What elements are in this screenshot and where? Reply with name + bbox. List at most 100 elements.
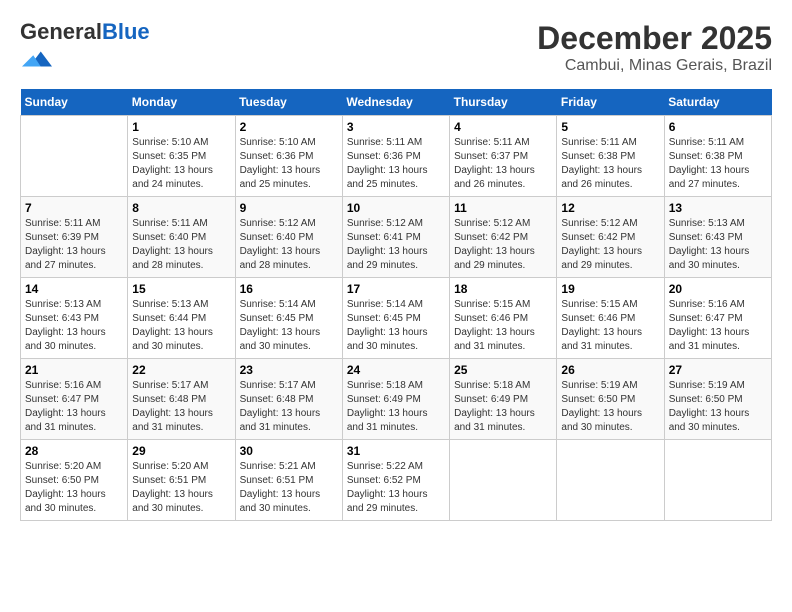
calendar-cell: 24Sunrise: 5:18 AM Sunset: 6:49 PM Dayli… xyxy=(342,359,449,440)
day-number: 16 xyxy=(240,282,338,296)
calendar-cell: 23 Sunrise: 5:17 AM Sunset: 6:48 PM Dayli… xyxy=(235,359,342,440)
calendar-cell xyxy=(557,440,664,521)
day-info: Sunrise: 5:14 AM Sunset: 6:45 PM Dayligh… xyxy=(347,298,445,354)
day-number: 24 xyxy=(347,363,445,377)
calendar-cell: 29 Sunrise: 5:20 AM Sunset: 6:51 PM Dayli… xyxy=(128,440,235,521)
day-info: Sunrise: 5:13 AM Sunset: 6:43 PM Dayligh… xyxy=(669,217,767,273)
day-info: Sunrise: 5:11 AM Sunset: 6:36 PM Dayligh… xyxy=(347,136,445,192)
day-number: 12 xyxy=(561,201,659,215)
day-info: Sunrise: 5:11 AM Sunset: 6:40 PM Dayligh… xyxy=(132,217,230,273)
calendar-cell: 17 Sunrise: 5:14 AM Sunset: 6:45 PM Dayli… xyxy=(342,278,449,359)
weekday-header-sunday: Sunday xyxy=(21,89,128,116)
day-number: 23 xyxy=(240,363,338,377)
subtitle: Cambui, Minas Gerais, Brazil xyxy=(537,57,772,75)
page-header: GeneralBlue December 2025 Cambui, Minas … xyxy=(20,20,772,79)
title-block: December 2025 Cambui, Minas Gerais, Braz… xyxy=(537,20,772,75)
calendar-cell: 11Sunrise: 5:12 AM Sunset: 6:42 PM Dayli… xyxy=(450,197,557,278)
calendar-cell: 27 Sunrise: 5:19 AM Sunset: 6:50 PM Dayli… xyxy=(664,359,771,440)
day-info: Sunrise: 5:12 AM Sunset: 6:40 PM Dayligh… xyxy=(240,217,338,273)
day-number: 14 xyxy=(25,282,123,296)
day-info: Sunrise: 5:14 AM Sunset: 6:45 PM Dayligh… xyxy=(240,298,338,354)
calendar-cell: 18 Sunrise: 5:15 AM Sunset: 6:46 PM Dayli… xyxy=(450,278,557,359)
day-number: 15 xyxy=(132,282,230,296)
calendar-cell: 9 Sunrise: 5:12 AM Sunset: 6:40 PM Daylig… xyxy=(235,197,342,278)
day-number: 10 xyxy=(347,201,445,215)
day-number: 30 xyxy=(240,444,338,458)
day-info: Sunrise: 5:20 AM Sunset: 6:50 PM Dayligh… xyxy=(25,460,123,516)
calendar-cell: 13 Sunrise: 5:13 AM Sunset: 6:43 PM Dayli… xyxy=(664,197,771,278)
calendar-cell: 26 Sunrise: 5:19 AM Sunset: 6:50 PM Dayli… xyxy=(557,359,664,440)
day-info: Sunrise: 5:15 AM Sunset: 6:46 PM Dayligh… xyxy=(561,298,659,354)
calendar-cell: 14 Sunrise: 5:13 AM Sunset: 6:43 PM Dayli… xyxy=(21,278,128,359)
day-number: 18 xyxy=(454,282,552,296)
calendar-cell: 22Sunrise: 5:17 AM Sunset: 6:48 PM Dayli… xyxy=(128,359,235,440)
calendar-cell xyxy=(21,116,128,197)
logo-general-text: General xyxy=(20,19,102,44)
day-info: Sunrise: 5:20 AM Sunset: 6:51 PM Dayligh… xyxy=(132,460,230,516)
calendar-cell: 5Sunrise: 5:11 AM Sunset: 6:38 PM Daylig… xyxy=(557,116,664,197)
day-number: 13 xyxy=(669,201,767,215)
calendar-cell: 2Sunrise: 5:10 AM Sunset: 6:36 PM Daylig… xyxy=(235,116,342,197)
day-number: 9 xyxy=(240,201,338,215)
day-info: Sunrise: 5:22 AM Sunset: 6:52 PM Dayligh… xyxy=(347,460,445,516)
day-number: 29 xyxy=(132,444,230,458)
calendar-week-row: 1 Sunrise: 5:10 AM Sunset: 6:35 PM Daylig… xyxy=(21,116,772,197)
calendar-week-row: 14 Sunrise: 5:13 AM Sunset: 6:43 PM Dayli… xyxy=(21,278,772,359)
day-info: Sunrise: 5:10 AM Sunset: 6:35 PM Dayligh… xyxy=(132,136,230,192)
day-info: Sunrise: 5:19 AM Sunset: 6:50 PM Dayligh… xyxy=(669,379,767,435)
day-number: 22 xyxy=(132,363,230,377)
day-info: Sunrise: 5:13 AM Sunset: 6:43 PM Dayligh… xyxy=(25,298,123,354)
day-number: 21 xyxy=(25,363,123,377)
weekday-header-wednesday: Wednesday xyxy=(342,89,449,116)
day-info: Sunrise: 5:12 AM Sunset: 6:42 PM Dayligh… xyxy=(561,217,659,273)
calendar-cell: 1 Sunrise: 5:10 AM Sunset: 6:35 PM Daylig… xyxy=(128,116,235,197)
day-number: 1 xyxy=(132,120,230,134)
logo-blue-text: Blue xyxy=(102,19,150,44)
day-info: Sunrise: 5:15 AM Sunset: 6:46 PM Dayligh… xyxy=(454,298,552,354)
day-number: 31 xyxy=(347,444,445,458)
calendar-cell xyxy=(664,440,771,521)
day-info: Sunrise: 5:11 AM Sunset: 6:37 PM Dayligh… xyxy=(454,136,552,192)
calendar-cell: 6Sunrise: 5:11 AM Sunset: 6:38 PM Daylig… xyxy=(664,116,771,197)
weekday-header-row: SundayMondayTuesdayWednesdayThursdayFrid… xyxy=(21,89,772,116)
calendar-cell: 19 Sunrise: 5:15 AM Sunset: 6:46 PM Dayli… xyxy=(557,278,664,359)
day-info: Sunrise: 5:17 AM Sunset: 6:48 PM Dayligh… xyxy=(240,379,338,435)
day-number: 26 xyxy=(561,363,659,377)
calendar-cell: 31 Sunrise: 5:22 AM Sunset: 6:52 PM Dayli… xyxy=(342,440,449,521)
calendar-cell: 15Sunrise: 5:13 AM Sunset: 6:44 PM Dayli… xyxy=(128,278,235,359)
logo-icon xyxy=(22,44,52,74)
day-number: 27 xyxy=(669,363,767,377)
calendar-cell: 16 Sunrise: 5:14 AM Sunset: 6:45 PM Dayli… xyxy=(235,278,342,359)
calendar-table: SundayMondayTuesdayWednesdayThursdayFrid… xyxy=(20,89,772,521)
day-number: 17 xyxy=(347,282,445,296)
calendar-cell: 20 Sunrise: 5:16 AM Sunset: 6:47 PM Dayli… xyxy=(664,278,771,359)
calendar-cell: 25Sunrise: 5:18 AM Sunset: 6:49 PM Dayli… xyxy=(450,359,557,440)
day-number: 19 xyxy=(561,282,659,296)
calendar-cell: 21 Sunrise: 5:16 AM Sunset: 6:47 PM Dayli… xyxy=(21,359,128,440)
day-info: Sunrise: 5:19 AM Sunset: 6:50 PM Dayligh… xyxy=(561,379,659,435)
day-info: Sunrise: 5:16 AM Sunset: 6:47 PM Dayligh… xyxy=(669,298,767,354)
day-number: 5 xyxy=(561,120,659,134)
day-info: Sunrise: 5:18 AM Sunset: 6:49 PM Dayligh… xyxy=(454,379,552,435)
day-info: Sunrise: 5:12 AM Sunset: 6:41 PM Dayligh… xyxy=(347,217,445,273)
day-number: 3 xyxy=(347,120,445,134)
calendar-cell: 4 Sunrise: 5:11 AM Sunset: 6:37 PM Daylig… xyxy=(450,116,557,197)
calendar-cell: 3 Sunrise: 5:11 AM Sunset: 6:36 PM Daylig… xyxy=(342,116,449,197)
day-number: 20 xyxy=(669,282,767,296)
day-number: 11 xyxy=(454,201,552,215)
calendar-cell: 10 Sunrise: 5:12 AM Sunset: 6:41 PM Dayli… xyxy=(342,197,449,278)
day-info: Sunrise: 5:16 AM Sunset: 6:47 PM Dayligh… xyxy=(25,379,123,435)
calendar-cell: 28 Sunrise: 5:20 AM Sunset: 6:50 PM Dayli… xyxy=(21,440,128,521)
calendar-week-row: 28 Sunrise: 5:20 AM Sunset: 6:50 PM Dayli… xyxy=(21,440,772,521)
calendar-week-row: 21 Sunrise: 5:16 AM Sunset: 6:47 PM Dayli… xyxy=(21,359,772,440)
day-number: 4 xyxy=(454,120,552,134)
calendar-cell: 30Sunrise: 5:21 AM Sunset: 6:51 PM Dayli… xyxy=(235,440,342,521)
weekday-header-tuesday: Tuesday xyxy=(235,89,342,116)
weekday-header-thursday: Thursday xyxy=(450,89,557,116)
day-info: Sunrise: 5:11 AM Sunset: 6:38 PM Dayligh… xyxy=(669,136,767,192)
day-info: Sunrise: 5:11 AM Sunset: 6:39 PM Dayligh… xyxy=(25,217,123,273)
day-number: 28 xyxy=(25,444,123,458)
day-number: 2 xyxy=(240,120,338,134)
main-title: December 2025 xyxy=(537,20,772,57)
day-number: 8 xyxy=(132,201,230,215)
